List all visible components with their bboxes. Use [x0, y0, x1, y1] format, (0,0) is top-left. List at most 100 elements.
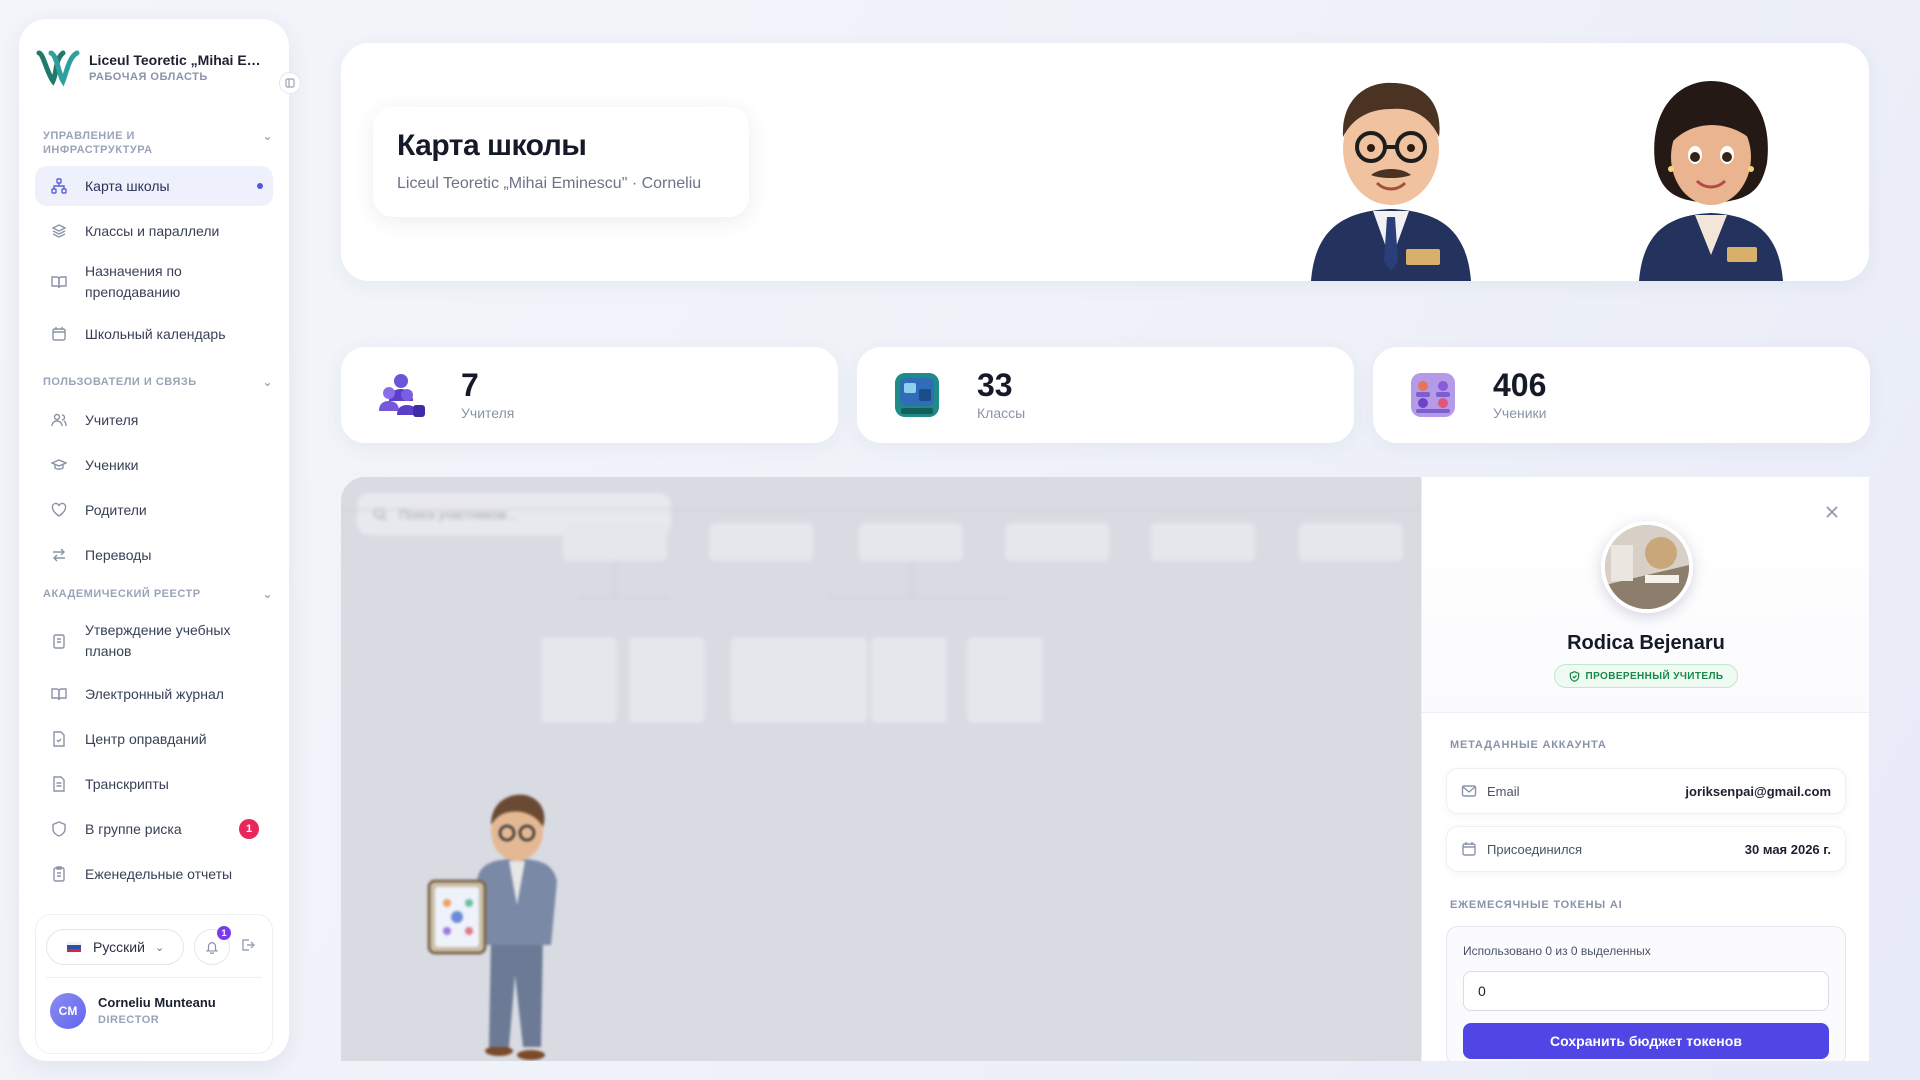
sidebar-nav: УПРАВЛЕНИЕ И ИНФРАСТРУКТУРА ⌄ Карта школ…	[19, 115, 289, 915]
title-card: Карта школы Liceul Teoretic „Mihai Emine…	[373, 107, 749, 217]
stat-label: Классы	[977, 405, 1026, 421]
joined-label: Присоединился	[1487, 841, 1583, 857]
stat-card-students[interactable]: 406 Ученики	[1373, 347, 1870, 443]
email-label: Email	[1487, 783, 1520, 799]
collapse-sidebar-button[interactable]	[279, 72, 301, 94]
section-management[interactable]: УПРАВЛЕНИЕ И ИНФРАСТРУКТУРА ⌄	[43, 129, 273, 157]
org-node	[1151, 523, 1255, 561]
token-budget-input[interactable]	[1463, 971, 1829, 1011]
org-node	[859, 523, 963, 561]
org-node	[541, 637, 617, 723]
hero-banner: Карта школы Liceul Teoretic „Mihai Emine…	[341, 43, 1869, 281]
sidebar-item-e-journal[interactable]: Электронный журнал	[35, 674, 273, 714]
clipboard-icon	[49, 631, 69, 651]
org-node	[871, 637, 947, 723]
connector-line	[911, 561, 912, 597]
user-name: Corneliu Munteanu	[98, 995, 216, 1010]
notifications-button[interactable]: 1	[194, 926, 231, 965]
save-token-budget-button[interactable]: Сохранить бюджет токенов	[1463, 1023, 1829, 1059]
logout-button[interactable]	[240, 937, 260, 957]
bell-icon	[205, 942, 219, 954]
chevron-down-icon: ⌄	[262, 375, 273, 389]
sidebar-item-calendar[interactable]: Школьный календарь	[35, 314, 273, 354]
sidebar-item-weekly-reports[interactable]: Еженедельные отчеты	[35, 854, 273, 894]
connector-line	[341, 509, 1421, 510]
panel-collapse-icon	[285, 78, 295, 88]
sidebar-item-students[interactable]: Ученики	[35, 445, 273, 485]
chevron-down-icon: ⌄	[262, 129, 273, 143]
calendar-icon	[1462, 842, 1476, 856]
user-role: DIRECTOR	[98, 1014, 160, 1026]
sidebar-item-excuse-center[interactable]: Центр оправданий	[35, 719, 273, 759]
member-profile-panel: Rodica Bejenaru ПРОВЕРЕННЫЙ УЧИТЕЛЬ МЕТА…	[1421, 477, 1869, 1061]
sidebar-item-at-risk[interactable]: В группе риска 1	[35, 809, 273, 849]
stat-label: Учителя	[461, 405, 515, 421]
notification-count-badge: 1	[217, 926, 231, 940]
file-check-icon	[49, 729, 69, 749]
clipboard-list-icon	[49, 864, 69, 884]
profile-name: Rodica Bejenaru	[1567, 632, 1725, 654]
language-label: Русский	[93, 939, 145, 955]
active-indicator	[257, 183, 263, 189]
stat-value: 7	[461, 367, 479, 403]
verified-teacher-badge: ПРОВЕРЕННЫЙ УЧИТЕЛЬ	[1554, 664, 1738, 688]
graduation-cap-icon	[49, 455, 69, 475]
joined-value: 30 мая 2026 г.	[1744, 841, 1831, 857]
divider	[46, 977, 262, 978]
heart-icon	[49, 500, 69, 520]
school-name: Liceul Teoretic „Mihai Emi...	[89, 51, 269, 68]
shield-check-icon	[1569, 670, 1579, 682]
connector-line	[829, 597, 1007, 598]
book-open-icon	[49, 684, 69, 704]
connector-line	[614, 561, 615, 597]
classroom-icon	[895, 373, 939, 417]
token-budget-box: Использовано 0 из 0 выделенных Сохранить…	[1446, 926, 1846, 1061]
org-node	[967, 637, 1043, 723]
sidebar-item-teaching-assignments[interactable]: Назначения по преподаванию	[35, 255, 273, 309]
language-selector[interactable]: Русский ⌄	[46, 929, 184, 965]
org-node	[563, 523, 667, 561]
file-text-icon	[49, 774, 69, 794]
page-title: Карта школы	[397, 129, 587, 162]
sidebar: Liceul Teoretic „Mihai Emi... РАБОЧАЯ ОБ…	[19, 19, 301, 1061]
logout-icon	[242, 939, 255, 951]
teacher-with-tablet-illustration	[427, 794, 557, 1060]
female-director-illustration	[1639, 81, 1783, 281]
stat-card-teachers[interactable]: 7 Учителя	[341, 347, 838, 443]
mail-icon	[1461, 785, 1477, 797]
layers-icon	[49, 221, 69, 241]
sidebar-item-parents[interactable]: Родители	[35, 490, 273, 530]
close-panel-button[interactable]	[1823, 503, 1841, 521]
sidebar-item-transfers[interactable]: Переводы	[35, 535, 273, 575]
male-director-illustration	[1311, 82, 1471, 281]
stat-card-classes[interactable]: 33 Классы	[857, 347, 1354, 443]
section-users[interactable]: ПОЛЬЗОВАТЕЛИ И СВЯЗЬ ⌄	[43, 375, 273, 389]
org-node	[1005, 523, 1109, 561]
section-academic[interactable]: АКАДЕМИЧЕСКИЙ РЕЕСТР ⌄	[43, 587, 273, 601]
book-open-icon	[49, 272, 69, 292]
stat-label: Ученики	[1493, 405, 1547, 421]
org-node	[709, 523, 813, 561]
chevron-down-icon: ⌄	[154, 941, 165, 954]
sidebar-item-curriculum-approval[interactable]: Утверждение учебных планов	[35, 614, 273, 668]
stat-value: 406	[1493, 367, 1547, 403]
close-icon	[1826, 506, 1838, 518]
russia-flag-icon	[67, 942, 81, 952]
school-org-map[interactable]: Поиск участников...	[341, 477, 1421, 1061]
joined-row: Присоединился 30 мая 2026 г.	[1446, 826, 1846, 872]
org-node	[791, 637, 867, 723]
page-subtitle: Liceul Teoretic „Mihai Eminescu" · Corne…	[397, 175, 702, 192]
chevron-down-icon: ⌄	[262, 587, 273, 601]
sidebar-item-school-map[interactable]: Карта школы	[35, 166, 273, 206]
sidebar-item-teachers[interactable]: Учителя	[35, 400, 273, 440]
avatar[interactable]: CM	[50, 993, 86, 1029]
avatar	[1601, 521, 1693, 613]
stat-value: 33	[977, 367, 1013, 403]
email-row: Email joriksenpai@gmail.com	[1446, 768, 1846, 814]
students-icon	[1411, 373, 1455, 417]
sidebar-item-classes[interactable]: Классы и параллели	[35, 211, 273, 251]
brand[interactable]: Liceul Teoretic „Mihai Emi... РАБОЧАЯ ОБ…	[33, 37, 273, 97]
sidebar-item-transcripts[interactable]: Транскрипты	[35, 764, 273, 804]
at-risk-count-badge: 1	[239, 819, 259, 839]
token-usage-note: Использовано 0 из 0 выделенных	[1463, 944, 1651, 958]
